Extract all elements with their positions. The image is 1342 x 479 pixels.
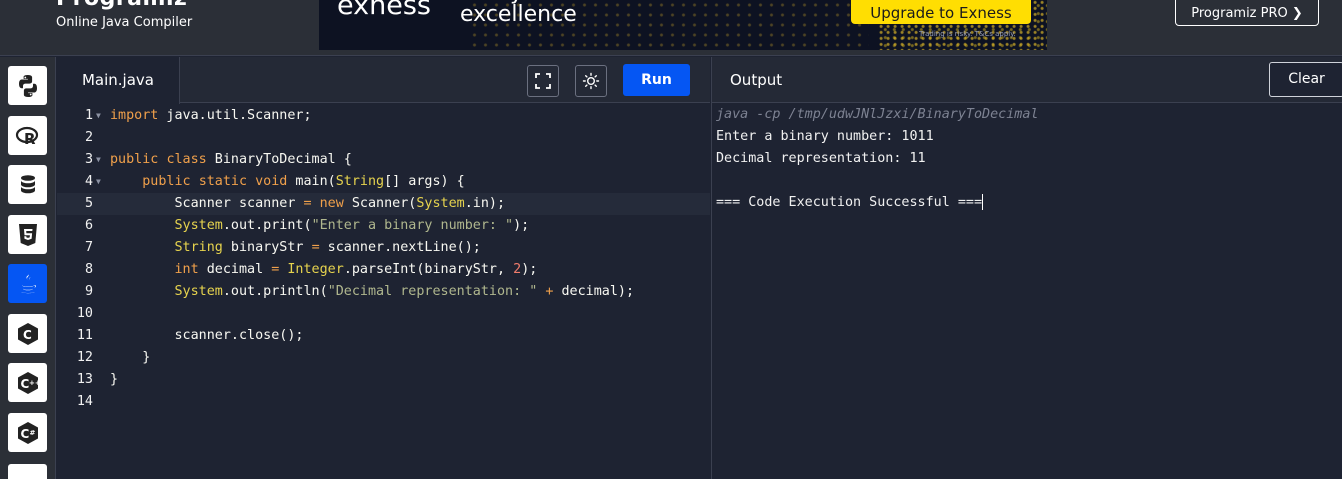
run-button[interactable]: Run [623, 64, 690, 96]
code-line: 11 scanner.close(); [57, 325, 710, 347]
svg-text:C: C [20, 427, 29, 441]
code-text: scanner.close(); [110, 328, 304, 343]
output-header: Output Clear [712, 57, 1342, 103]
sidebar-item-java[interactable] [8, 264, 47, 303]
code-area[interactable]: 1 ▼ import java.util.Scanner; 2 3 ▼ public… [57, 104, 710, 479]
line-number: 6 [84, 218, 93, 233]
code-text: String binaryStr = scanner.nextLine(); [174, 240, 481, 255]
code-line: 14 [57, 391, 710, 413]
line-number: 5 [84, 196, 93, 211]
line-number: 12 [76, 350, 93, 365]
top-bar: Programiz Online Java Compiler exness y … [0, 0, 1342, 56]
ad-tagline-top: y [510, 0, 523, 6]
output-command: java -cp /tmp/udwJNlJzxi/BinaryToDecimal [716, 107, 1039, 122]
fold-arrow-icon[interactable]: ▼ [96, 105, 101, 127]
code-text: public class BinaryToDecimal { [110, 152, 352, 167]
line-number: 14 [76, 394, 93, 409]
line-number: 8 [84, 262, 93, 277]
line-number: 11 [76, 328, 93, 343]
editor-tab-bar: Main.java Run [57, 57, 710, 104]
line-number: 2 [84, 130, 93, 145]
sidebar-item-more[interactable] [8, 464, 47, 479]
code-line: 2 [57, 127, 710, 149]
language-sidebar: R C C ++ C # [0, 57, 56, 479]
code-text: } [110, 372, 119, 387]
cpp-icon: C ++ [17, 371, 41, 394]
code-line: 6 System.out.print("Enter a binary numbe… [57, 215, 710, 237]
fold-arrow-icon[interactable]: ▼ [96, 171, 101, 193]
sidebar-item-python[interactable] [8, 66, 47, 105]
code-text: int decimal = Integer.parseInt(binaryStr… [174, 262, 538, 277]
theme-toggle-button[interactable] [575, 65, 607, 97]
line-number: 3 [84, 152, 93, 167]
line-number: 4 [84, 174, 93, 189]
ad-tagline: y excellence [460, 0, 577, 28]
code-line: 12 } [57, 347, 710, 369]
svg-text:#: # [29, 429, 35, 437]
output-status-text: === Code Execution Successful === [716, 195, 983, 210]
sidebar-item-csharp[interactable]: C # [8, 413, 47, 452]
output-title: Output [730, 71, 783, 89]
code-line: 10 [57, 303, 710, 325]
programiz-pro-button[interactable]: Programiz PRO ❯ [1175, 0, 1319, 26]
tab-main-java[interactable]: Main.java [57, 57, 180, 104]
svg-text:R: R [24, 130, 36, 148]
code-text: } [110, 350, 151, 365]
html5-icon [18, 223, 37, 246]
fold-arrow-icon[interactable]: ▼ [96, 149, 101, 171]
ad-cta-button[interactable]: Upgrade to Exness [851, 0, 1031, 24]
code-line: 13 } [57, 369, 710, 391]
r-icon: R [15, 126, 38, 148]
code-line-active: 5 Scanner scanner = new Scanner(System.i… [57, 193, 710, 215]
python-icon [18, 74, 37, 97]
sidebar-item-r[interactable]: R [8, 116, 47, 155]
code-line: 7 String binaryStr = scanner.nextLine(); [57, 237, 710, 259]
code-text: Scanner scanner = new Scanner(System.in)… [110, 196, 506, 211]
java-icon [20, 273, 36, 293]
ad-banner[interactable]: exness y excellence Upgrade to Exness Tr… [319, 0, 1047, 50]
database-icon [20, 174, 35, 193]
output-panel: Output Clear java -cp /tmp/udwJNlJzxi/Bi… [711, 57, 1342, 479]
sidebar-item-cpp[interactable]: C ++ [8, 363, 47, 402]
line-number: 1 [84, 108, 93, 123]
fullscreen-icon [535, 73, 551, 89]
brand-logo[interactable]: Programiz [56, 0, 187, 11]
output-line: Enter a binary number: 1011 [716, 129, 934, 144]
line-number: 7 [84, 240, 93, 255]
code-text: System.out.print("Enter a binary number:… [174, 218, 530, 233]
text-cursor [982, 194, 984, 210]
svg-text:++: ++ [29, 379, 41, 387]
c-icon: C [17, 322, 38, 345]
sidebar-item-sql[interactable] [8, 165, 47, 204]
output-line: Decimal representation: 11 [716, 151, 926, 166]
line-number: 13 [76, 372, 93, 387]
code-line: 3 ▼ public class BinaryToDecimal { [57, 149, 710, 171]
sun-icon [582, 72, 600, 90]
clear-button[interactable]: Clear [1269, 62, 1342, 97]
line-number: 10 [76, 306, 93, 321]
code-line: 4 ▼ public static void main(String[] args… [57, 171, 710, 193]
code-line: 9 System.out.println("Decimal representa… [57, 281, 710, 303]
ad-logo: exness [337, 0, 431, 21]
output-line-status: === Code Execution Successful === [716, 192, 1038, 214]
code-text: import java.util.Scanner; [110, 108, 312, 123]
sidebar-item-c[interactable]: C [8, 314, 47, 353]
svg-text:C: C [23, 328, 32, 342]
fullscreen-button[interactable] [527, 65, 559, 97]
line-number: 9 [84, 284, 93, 299]
page-subtitle: Online Java Compiler [56, 15, 193, 30]
code-line: 1 ▼ import java.util.Scanner; [57, 105, 710, 127]
code-text: System.out.println("Decimal representati… [174, 284, 635, 299]
output-console[interactable]: java -cp /tmp/udwJNlJzxi/BinaryToDecimal… [716, 104, 1038, 214]
code-line: 8 int decimal = Integer.parseInt(binaryS… [57, 259, 710, 281]
code-text: public static void main(String[] args) { [142, 174, 465, 189]
code-editor-panel: Main.java Run 1 ▼ import java.util.Scanne… [57, 57, 710, 479]
ad-disclaimer: Trading is risky. T&Cs apply. [919, 30, 1016, 38]
csharp-icon: C # [17, 421, 38, 444]
sidebar-item-html[interactable] [8, 215, 47, 254]
